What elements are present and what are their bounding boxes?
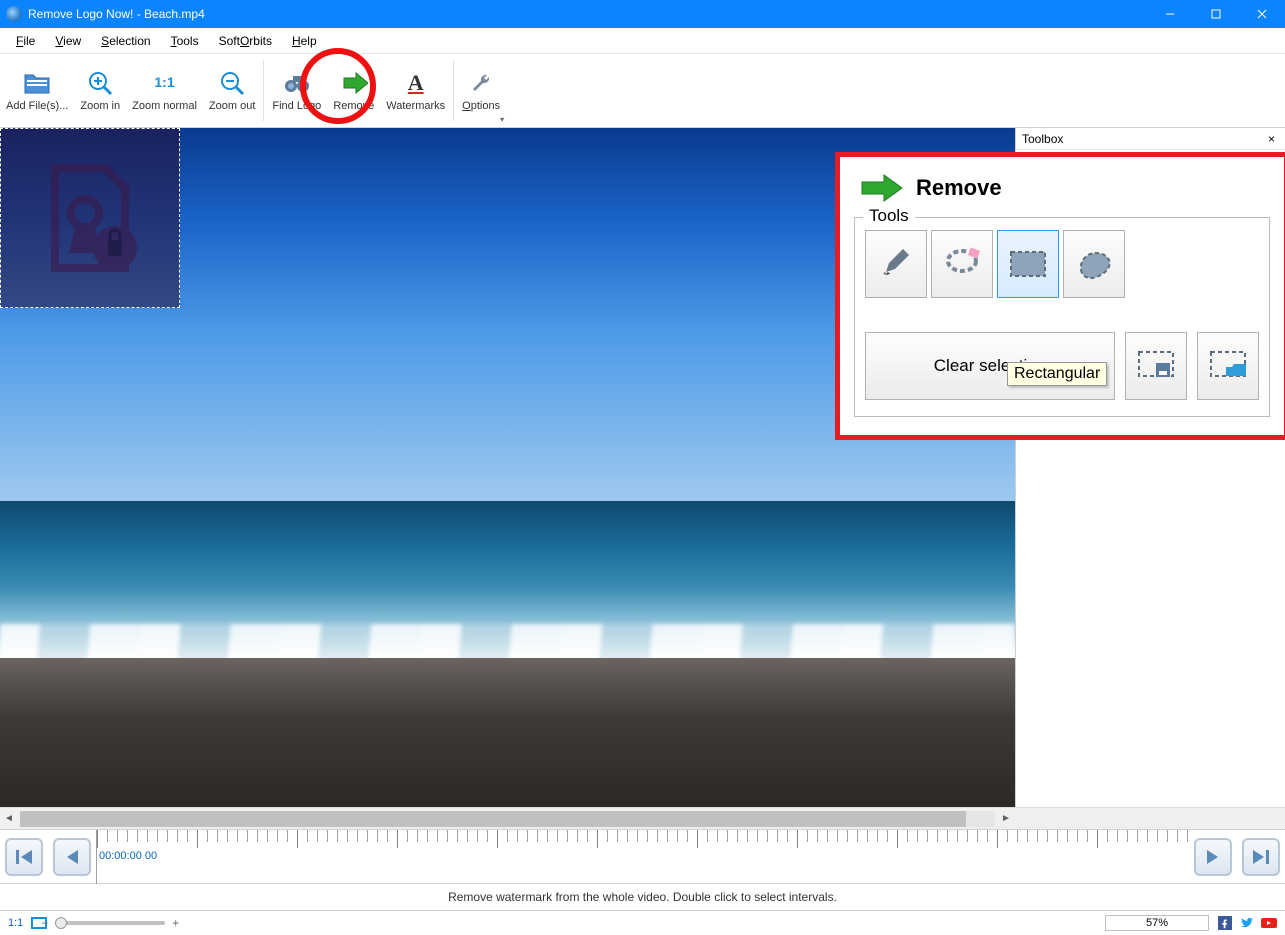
- progress-percent: 57%: [1105, 915, 1209, 931]
- hint-text: Remove watermark from the whole video. D…: [448, 890, 837, 904]
- frame-next-button[interactable]: [1194, 838, 1232, 876]
- menu-tools[interactable]: ToolsTools: [161, 31, 209, 51]
- pencil-icon: [879, 247, 913, 281]
- timeline-time: 00:00:00 00: [99, 850, 157, 862]
- zoom-out-label: Zoom out: [209, 100, 255, 112]
- zoom-normal-icon: 1:1: [151, 69, 179, 97]
- menu-file[interactable]: FFileile: [6, 31, 45, 51]
- zoom-normal-button[interactable]: 1:1 Zoom normal: [126, 54, 203, 127]
- main-area: Toolbox × Remove Tools Rectangular Clear…: [0, 128, 1285, 807]
- frame-prev-button[interactable]: [53, 838, 91, 876]
- lasso-icon: [943, 247, 981, 281]
- frame-start-button[interactable]: [5, 838, 43, 876]
- freeform-tool[interactable]: [1063, 230, 1125, 298]
- toolbox-panel-title: Toolbox: [1022, 132, 1063, 146]
- find-logo-label: Find Logo: [272, 100, 321, 112]
- rectangular-tooltip: Rectangular: [1007, 362, 1107, 386]
- frame-end-button[interactable]: [1242, 838, 1280, 876]
- add-files-icon: [23, 69, 51, 97]
- zoom-out-icon: [218, 69, 246, 97]
- add-files-label: Add File(s)...: [6, 100, 68, 112]
- twitter-icon[interactable]: [1239, 916, 1255, 930]
- scroll-right[interactable]: ►: [997, 810, 1015, 828]
- minimize-button[interactable]: [1147, 0, 1193, 28]
- pencil-tool[interactable]: [865, 230, 927, 298]
- zoom-out-button[interactable]: Zoom out: [203, 54, 261, 127]
- file-lock-icon: [30, 158, 150, 278]
- title-bar: Remove Logo Now! - Beach.mp4: [0, 0, 1285, 28]
- zoom-in-label: Zoom in: [80, 100, 120, 112]
- rectangle-marquee-icon: [1008, 249, 1048, 279]
- wrench-icon: [467, 69, 495, 97]
- zoom-in-button[interactable]: Zoom in: [74, 54, 126, 127]
- watermark-selection[interactable]: [0, 128, 180, 308]
- add-files-button[interactable]: Add File(s)...: [0, 54, 74, 127]
- selection-save-icon: [1136, 349, 1176, 383]
- youtube-icon[interactable]: [1261, 916, 1277, 930]
- menu-softorbits[interactable]: SoftOrbitsSoftOrbits: [209, 31, 282, 51]
- menu-selection[interactable]: SelectionSelection: [91, 31, 160, 51]
- toolbox-panel-close[interactable]: ×: [1264, 132, 1279, 146]
- toolbox-overlay: Remove Tools Rectangular Clear selection: [835, 152, 1285, 440]
- options-button[interactable]: OptionsOptions ▾: [456, 54, 506, 127]
- menu-help[interactable]: HelpHelp: [282, 31, 327, 51]
- remove-button[interactable]: Remove: [327, 54, 380, 127]
- remove-label: Remove: [333, 100, 374, 112]
- lasso-tool[interactable]: [931, 230, 993, 298]
- tools-fieldset: Tools Rectangular Clear selection: [854, 217, 1270, 417]
- status-bar: 1:1 −+ 57%: [0, 911, 1285, 935]
- menu-view[interactable]: ViewView: [45, 31, 91, 51]
- watermarks-icon: A: [402, 69, 430, 97]
- binoculars-icon: [283, 69, 311, 97]
- maximize-button[interactable]: [1193, 0, 1239, 28]
- rectangular-tool[interactable]: [997, 230, 1059, 298]
- toolbar: Add File(s)... Zoom in 1:1 Zoom normal Z…: [0, 54, 1285, 128]
- save-selection-button[interactable]: [1125, 332, 1187, 400]
- window-title: Remove Logo Now! - Beach.mp4: [28, 7, 1147, 21]
- watermarks-label: Watermarks: [386, 100, 445, 112]
- zoom-ratio[interactable]: 1:1: [8, 917, 23, 929]
- zoom-in-icon: [86, 69, 114, 97]
- remove-arrow-icon: [340, 69, 368, 97]
- freeform-icon: [1074, 247, 1114, 281]
- menu-bar: FFileile ViewView SelectionSelection Too…: [0, 28, 1285, 54]
- facebook-icon[interactable]: [1217, 916, 1233, 930]
- selection-open-icon: [1208, 349, 1248, 383]
- find-logo-button[interactable]: Find Logo: [266, 54, 327, 127]
- close-button[interactable]: [1239, 0, 1285, 28]
- toolbox-title: Remove: [916, 175, 1002, 201]
- watermarks-button[interactable]: A Watermarks: [380, 54, 451, 127]
- remove-arrow-icon: [858, 173, 904, 203]
- toolbox-panel: Toolbox × Remove Tools Rectangular Clear…: [1015, 128, 1285, 807]
- options-label: Options: [462, 100, 500, 112]
- horizontal-scrollbar[interactable]: ◄ ►: [0, 807, 1285, 829]
- tools-legend: Tools: [863, 206, 915, 226]
- scroll-left[interactable]: ◄: [0, 810, 18, 828]
- zoom-normal-label: Zoom normal: [132, 100, 197, 112]
- hint-bar: Remove watermark from the whole video. D…: [0, 883, 1285, 911]
- open-selection-button[interactable]: [1197, 332, 1259, 400]
- app-icon: [6, 6, 22, 22]
- timeline-ruler[interactable]: 00:00:00 00: [96, 830, 1189, 884]
- zoom-slider[interactable]: −+: [55, 921, 165, 925]
- timeline: 00:00:00 00: [0, 829, 1285, 883]
